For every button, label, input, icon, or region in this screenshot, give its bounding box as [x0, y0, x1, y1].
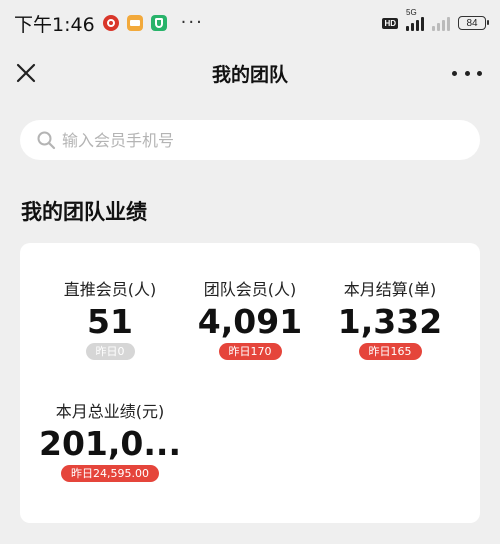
stat-value: 201,0...: [39, 424, 181, 463]
nav-bar: 我的团队: [0, 46, 500, 100]
signal-icon: 5G: [406, 8, 424, 31]
search-icon: [36, 130, 56, 150]
stat-monthly-settlement[interactable]: 本月结算(单) 1,332 昨日165: [305, 276, 475, 360]
status-time: 下午1:46: [14, 13, 95, 36]
status-bar: 下午1:46 ··· HD 5G 84: [0, 0, 500, 46]
shield-app-icon: [150, 15, 167, 31]
search-input[interactable]: [62, 130, 442, 150]
yesterday-badge: 昨日24,595.00: [61, 465, 159, 482]
stat-label: 本月总业绩(元): [55, 402, 165, 421]
team-performance-card: 直推会员(人) 51 昨日0 团队会员(人) 4,091 昨日170 本月结算(…: [20, 243, 480, 523]
stat-value: 1,332: [337, 302, 443, 341]
search-bar[interactable]: [20, 120, 480, 160]
status-app-icons: ···: [102, 12, 204, 33]
stat-label: 团队会员(人): [203, 280, 297, 299]
stat-value: 4,091: [197, 302, 303, 341]
network-type-label: 5G: [406, 8, 417, 17]
section-title: 我的团队业绩: [21, 200, 147, 224]
secondary-signal-icon: [432, 15, 450, 31]
close-icon[interactable]: [12, 59, 40, 87]
more-menu-icon[interactable]: [452, 59, 482, 87]
hd-icon: HD: [382, 17, 398, 29]
app-notification-icon: [102, 15, 119, 31]
battery-level: 84: [466, 17, 478, 29]
yesterday-badge: 昨日165: [358, 343, 422, 360]
yesterday-badge: 昨日0: [85, 343, 135, 360]
message-app-icon: [126, 15, 143, 31]
status-right: HD 5G 84: [382, 8, 489, 31]
yesterday-badge: 昨日170: [218, 343, 282, 360]
page-title: 我的团队: [211, 63, 288, 86]
stat-value: 51: [87, 302, 133, 341]
more-notifications-icon: ···: [180, 12, 204, 33]
battery-icon: 84: [458, 16, 489, 30]
stat-monthly-total-revenue[interactable]: 本月总业绩(元) 201,0... 昨日24,595.00: [25, 398, 195, 482]
stat-label: 直推会员(人): [63, 280, 157, 299]
stat-label: 本月结算(单): [343, 280, 437, 299]
